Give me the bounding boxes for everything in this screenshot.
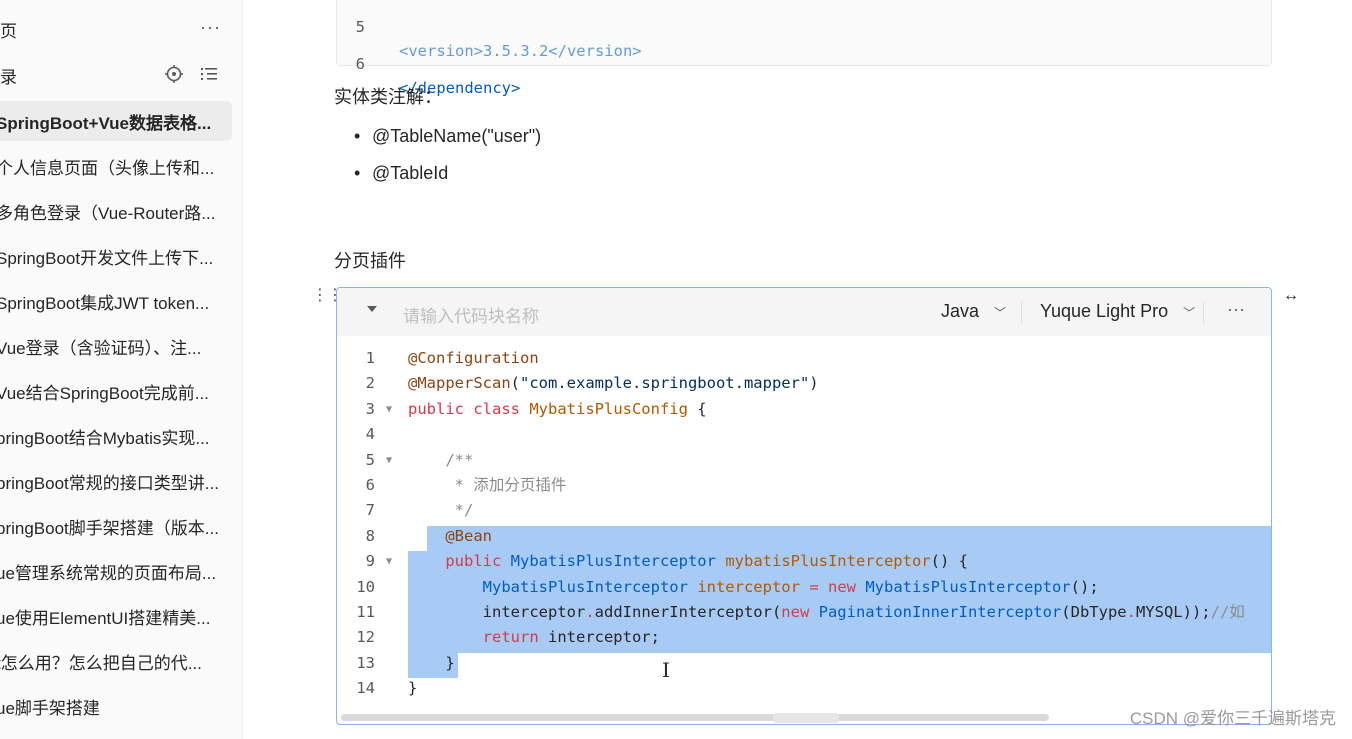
language-select-value: Java — [941, 301, 980, 321]
code-line: 6 * 添加分页插件 — [365, 475, 567, 494]
code-line: 4 — [365, 425, 375, 444]
theme-select-value: Yuque Light Pro — [1040, 301, 1169, 321]
sidebar-header-label: 页 — [0, 21, 17, 41]
bullet-dot-icon: • — [354, 163, 361, 183]
sidebar-item-doc-12[interactable]: ue使用ElementUI搭建精美... — [0, 596, 232, 636]
watermark: CSDN @爱你三千遍斯塔克 — [1129, 709, 1336, 728]
code-line: 7 */ — [365, 501, 474, 520]
more-options-icon[interactable]: ··· — [1227, 299, 1245, 320]
drag-handle-icon[interactable]: ⋮⋮ — [312, 288, 343, 304]
theme-select[interactable]: Yuque Light Pro ﹀ — [1040, 301, 1195, 322]
code-block[interactable]: 请输入代码块名称 Java ﹀ Yuque Light Pro ﹀ ··· 1 @… — [336, 287, 1272, 725]
expand-width-icon[interactable]: ↔ — [1283, 287, 1299, 305]
fold-caret-icon: ▼ — [386, 556, 393, 568]
more-icon[interactable]: ··· — [200, 17, 221, 38]
sidebar-item-label: Vue结合SpringBoot完成前... — [0, 383, 209, 403]
sidebar-header-toc[interactable]: 录 — [0, 55, 17, 95]
previous-code-block[interactable]: 5 <version>3.5.3.2</version> 6 </depende… — [336, 0, 1272, 97]
fold-caret-icon: ▼ — [386, 403, 393, 415]
list-item-text: @TableId — [372, 163, 449, 183]
chevron-down-icon: ﹀ — [994, 306, 1007, 320]
sidebar-item-doc-7[interactable]: Vue结合SpringBoot完成前... — [0, 371, 232, 411]
sidebar-item-label: t怎么用？怎么把自己的代... — [0, 653, 202, 673]
code-line: 9 ▼ public MybatisPlusInterceptor mybatis… — [337, 549, 1271, 574]
code-line: 1 @Configuration — [365, 349, 539, 367]
sidebar-header-label: 录 — [0, 67, 17, 87]
sidebar-item-label: pringBoot脚手架搭建（版本... — [0, 518, 219, 538]
sidebar-item-doc-2[interactable]: 个人信息页面（头像上传和... — [0, 146, 232, 186]
sidebar-item-label: ue脚手架搭建 — [0, 698, 100, 718]
sidebar-item-doc-10[interactable]: pringBoot脚手架搭建（版本... — [0, 506, 232, 546]
sidebar-item-label: ue使用ElementUI搭建精美... — [0, 608, 211, 628]
code-line: 6 </dependency> — [337, 28, 1271, 97]
sidebar-item-doc-8[interactable]: pringBoot结合Mybatis实现... — [0, 416, 232, 456]
code-line: 12 return interceptor; — [356, 628, 660, 647]
sidebar-item-label: Vue登录（含验证码）、注... — [0, 338, 202, 358]
toolbar-divider — [1203, 302, 1204, 324]
sidebar-item-label: SpringBoot集成JWT token... — [0, 293, 210, 313]
sidebar-header-home[interactable]: 页 — [0, 9, 17, 49]
sidebar-item-label: 个人信息页面（头像上传和... — [0, 158, 215, 178]
sidebar-item-doc-1[interactable]: SpringBoot+Vue数据表格... — [0, 101, 232, 141]
locate-icon[interactable] — [164, 64, 184, 89]
outline-list-icon[interactable] — [199, 64, 219, 89]
code-line: 14} — [356, 679, 418, 698]
sidebar-item-doc-14[interactable]: ue脚手架搭建 — [0, 686, 232, 726]
sidebar-item-label: ue管理系统常规的页面布局... — [0, 563, 217, 583]
code-line: 3 ▼ public class MybatisPlusConfig { — [337, 397, 1271, 422]
code-line: 2 @MapperScan("com.example.springboot.map… — [365, 374, 819, 393]
sidebar-item-doc-5[interactable]: SpringBoot集成JWT token... — [0, 281, 232, 321]
sidebar-item-label: 多角色登录（Vue-Router路... — [0, 203, 216, 223]
sidebar-item-doc-13[interactable]: t怎么用？怎么把自己的代... — [0, 641, 232, 681]
sidebar-item-doc-11[interactable]: ue管理系统常规的页面布局... — [0, 551, 232, 591]
horizontal-scrollbar[interactable] — [341, 713, 1049, 723]
code-line: 10 MybatisPlusInterceptor interceptor = … — [356, 577, 1099, 596]
sidebar: 页 ··· 录 SpringBoot+Vue数据表格... 个人信息页面（头像上… — [0, 0, 243, 739]
sidebar-item-doc-3[interactable]: 多角色登录（Vue-Router路... — [0, 191, 232, 231]
sidebar-item-doc-9[interactable]: pringBoot常规的接口类型讲... — [0, 461, 232, 501]
chevron-down-icon: ﹀ — [1183, 306, 1196, 320]
language-select[interactable]: Java ﹀ — [941, 301, 1006, 322]
sidebar-item-doc-6[interactable]: Vue登录（含验证码）、注... — [0, 326, 232, 366]
fold-caret-icon: ▼ — [386, 454, 393, 466]
toolbar-divider — [1021, 302, 1022, 324]
code-block-name-input[interactable]: 请输入代码块名称 — [403, 302, 539, 327]
plugin-heading: 分页插件 — [334, 251, 406, 271]
code-line: 8 @Bean — [365, 526, 492, 545]
document-body: 5 <version>3.5.3.2</version> 6 </depende… — [243, 0, 1352, 739]
sidebar-item-label: SpringBoot+Vue数据表格... — [0, 113, 212, 133]
code-block-toolbar: 请输入代码块名称 Java ﹀ Yuque Light Pro ﹀ ··· — [337, 288, 1271, 336]
line-number: 6 — [355, 55, 365, 73]
code-line: 5 <version>3.5.3.2</version> — [337, 0, 1271, 60]
text-cursor-icon: I — [662, 658, 670, 682]
bullet-dot-icon: • — [354, 126, 361, 146]
code-content[interactable]: 1 @Configuration 2 @MapperScan("com.exampl… — [337, 346, 1271, 701]
sidebar-item-label: SpringBoot开发文件上传下... — [0, 248, 214, 268]
code-line: 5 ▼ /** — [337, 448, 1271, 473]
collapse-caret-icon[interactable] — [367, 306, 377, 312]
code-line: 11 interceptor.addInnerInterceptor(new P… — [356, 602, 1245, 621]
list-item-text: @TableName("user") — [372, 126, 542, 146]
entity-annotation-heading: 实体类注解： — [334, 87, 442, 107]
scrollbar-thumb[interactable] — [773, 713, 839, 723]
code-line: 13 } — [356, 653, 455, 672]
sidebar-item-doc-4[interactable]: SpringBoot开发文件上传下... — [0, 236, 232, 276]
sidebar-item-label: pringBoot结合Mybatis实现... — [0, 428, 210, 448]
sidebar-item-label: pringBoot常规的接口类型讲... — [0, 473, 219, 493]
